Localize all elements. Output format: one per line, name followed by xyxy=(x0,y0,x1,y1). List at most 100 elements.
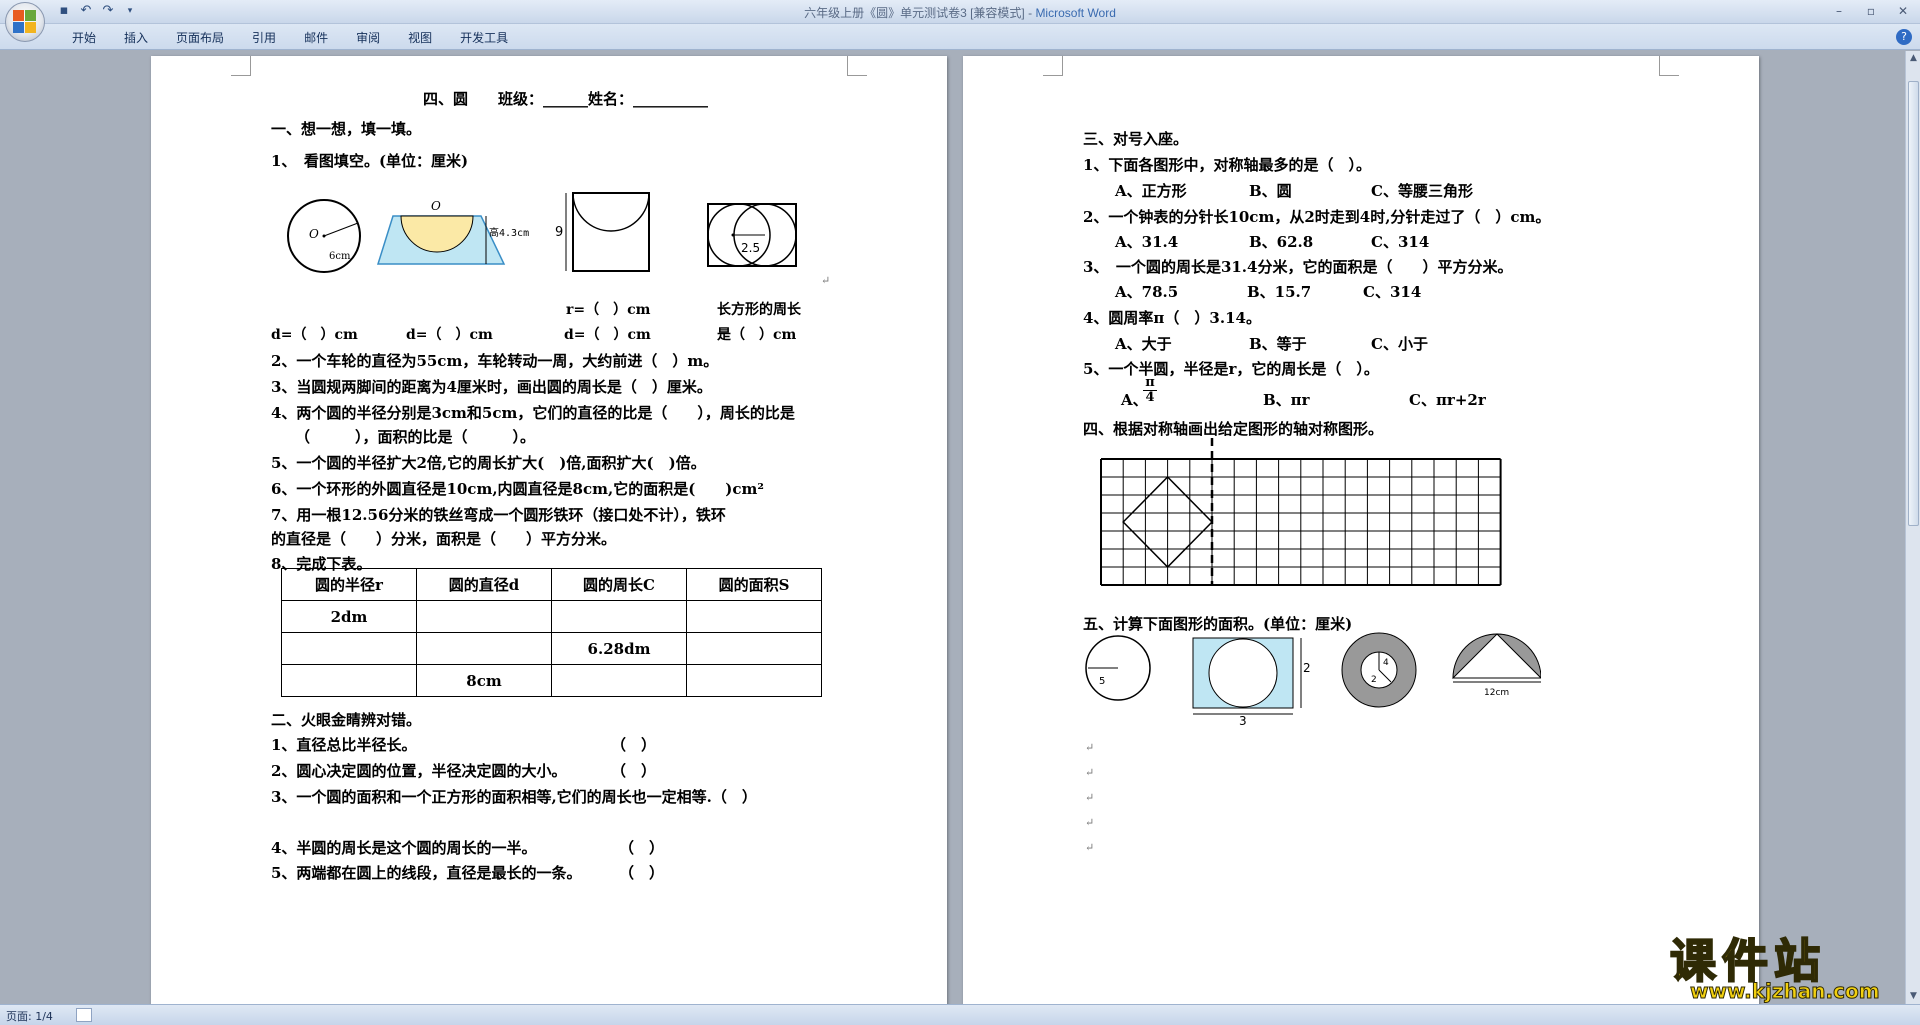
fill-in-table: 圆的半径r 圆的直径d 圆的周长C 圆的面积S 2dm 6.28dm 8cm xyxy=(281,568,822,697)
choice-1-opt-b[interactable]: B、圆 xyxy=(1249,180,1292,201)
section-3-title: 三、对号入座。 xyxy=(1083,130,1189,148)
minimize-icon[interactable]: – xyxy=(1828,2,1850,20)
choice-3-opt-b[interactable]: B、15.7 xyxy=(1247,281,1311,302)
table-cell[interactable] xyxy=(686,600,822,633)
question-1-7a: 7、用一根12.56分米的铁丝弯成一个圆形铁环（接口处不计），铁环 xyxy=(271,506,726,524)
area-figures: 5 2 3 4 2 12cm xyxy=(1085,632,1541,728)
window-title: 六年级上册《圆》单元测试卷3 [兼容模式] - Microsoft Word xyxy=(0,4,1920,21)
table-cell[interactable] xyxy=(281,632,417,665)
choice-3-opt-a[interactable]: A、78.5 xyxy=(1115,281,1178,302)
close-icon[interactable]: ✕ xyxy=(1892,2,1914,20)
choice-4-opt-a[interactable]: A、大于 xyxy=(1115,333,1172,354)
table-header-cell: 圆的直径d xyxy=(416,568,552,601)
paragraph-mark: ↵ xyxy=(1085,816,1095,829)
tab-references[interactable]: 引用 xyxy=(238,29,290,46)
judge-2-paren: （ ） xyxy=(611,762,657,780)
rect-two-circles-figure xyxy=(707,203,797,267)
rect-perimeter-line2: 是（ ）cm xyxy=(717,327,797,343)
choice-3-opt-c[interactable]: C、314 xyxy=(1363,281,1421,302)
judge-1: 1、直径总比半径长。 xyxy=(271,736,417,754)
question-1-2: 2、一个车轮的直径为55cm，车轮转动一周，大约前进（ ）m。 xyxy=(271,352,719,370)
table-cell[interactable] xyxy=(416,600,552,633)
tab-home[interactable]: 开始 xyxy=(58,29,110,46)
symmetry-grid xyxy=(1100,438,1502,586)
judge-1-paren: （ ） xyxy=(611,736,657,754)
paragraph-mark: ↵ xyxy=(1085,741,1095,754)
table-row: 8cm xyxy=(281,664,822,697)
title-bar: ▪ ↶ ↷ ▾ 六年级上册《圆》单元测试卷3 [兼容模式] - Microsof… xyxy=(0,0,1920,24)
tab-review[interactable]: 审阅 xyxy=(342,29,394,46)
question-1-5: 5、一个圆的半径扩大2倍,它的周长扩大( )倍,面积扩大( )倍。 xyxy=(271,454,706,472)
document-area[interactable]: 四、圆 班级：______姓名：__________ 一、想一想，填一填。 1、… xyxy=(0,51,1905,1004)
choice-3: 3、 一个圆的周长是31.4分米，它的面积是（ ）平方分米。 xyxy=(1083,258,1513,276)
table-cell[interactable] xyxy=(416,632,552,665)
table-cell[interactable]: 2dm xyxy=(281,600,417,633)
table-cell[interactable] xyxy=(281,664,417,697)
q1-figures: O 6cm O 高4.3cm 9 2.5 xyxy=(287,192,797,273)
ribbon-tabs: 开始 插入 页面布局 引用 邮件 审阅 视图 开发工具 xyxy=(58,29,522,46)
choice-2-opt-a[interactable]: A、31.4 xyxy=(1115,231,1178,252)
rect-perimeter-line1: 长方形的周长 xyxy=(717,302,801,318)
area-circle-figure xyxy=(1085,635,1151,701)
fig-label-6cm: 6cm xyxy=(329,251,351,262)
table-row: 6.28dm xyxy=(281,632,822,665)
r-answer-line: r=（ ）cm xyxy=(566,302,651,318)
d-answer-2: d=（ ）cm xyxy=(406,327,493,343)
judge-2: 2、圆心决定圆的位置，半径决定圆的大小。 xyxy=(271,762,567,780)
table-cell[interactable] xyxy=(551,664,687,697)
choice-5-opt-c[interactable]: C、πr+2r xyxy=(1409,389,1486,410)
page-count-status[interactable]: 页面: 1/4 xyxy=(6,1008,53,1024)
paragraph-mark: ↵ xyxy=(1085,841,1095,854)
table-cell[interactable] xyxy=(686,632,822,665)
d-answer-1: d=（ ）cm xyxy=(271,327,358,343)
table-cell[interactable]: 6.28dm xyxy=(551,632,687,665)
tab-insert[interactable]: 插入 xyxy=(110,29,162,46)
table-cell[interactable] xyxy=(686,664,822,697)
tab-view[interactable]: 视图 xyxy=(394,29,446,46)
fig-label-o2: O xyxy=(431,199,441,213)
choice-4: 4、圆周率π（ ）3.14。 xyxy=(1083,309,1261,327)
choice-5-opt-b[interactable]: B、πr xyxy=(1263,389,1310,410)
area-label-3: 3 xyxy=(1239,714,1247,728)
scroll-down-icon[interactable]: ▼ xyxy=(1906,989,1920,1004)
table-cell[interactable] xyxy=(551,600,687,633)
table-header-cell: 圆的半径r xyxy=(281,568,417,601)
crop-mark xyxy=(847,56,867,76)
window-controls: – ▫ ✕ xyxy=(1828,2,1914,20)
office-button[interactable] xyxy=(5,2,45,42)
area-label-2b: 2 xyxy=(1371,675,1377,685)
judge-4: 4、半圆的周长是这个圆的周长的一半。 xyxy=(271,839,537,857)
square-semicircle-figure xyxy=(565,192,650,272)
judge-5-paren: （ ） xyxy=(619,864,665,882)
vertical-scrollbar[interactable]: ▲ ▼ xyxy=(1905,51,1920,1004)
choice-1-opt-a[interactable]: A、正方形 xyxy=(1115,180,1187,201)
area-label-2: 2 xyxy=(1303,661,1311,675)
tab-mailings[interactable]: 邮件 xyxy=(290,29,342,46)
choice-2: 2、一个钟表的分针长10cm，从2时走到4时,分针走过了（ ）cm。 xyxy=(1083,208,1551,226)
tab-page-layout[interactable]: 页面布局 xyxy=(162,29,238,46)
choice-4-opt-b[interactable]: B、等于 xyxy=(1249,333,1307,354)
table-header-row: 圆的半径r 圆的直径d 圆的周长C 圆的面积S xyxy=(281,568,822,601)
maximize-icon[interactable]: ▫ xyxy=(1860,2,1882,20)
paragraph-mark: ↵ xyxy=(821,274,831,287)
table-cell[interactable]: 8cm xyxy=(416,664,552,697)
tab-developer[interactable]: 开发工具 xyxy=(446,29,522,46)
choice-1-opt-c[interactable]: C、等腰三角形 xyxy=(1371,180,1473,201)
choice-2-opt-b[interactable]: B、62.8 xyxy=(1249,231,1313,252)
choice-4-opt-c[interactable]: C、小于 xyxy=(1371,333,1428,354)
fig-label-height: 高4.3cm xyxy=(489,226,529,239)
office-logo-icon xyxy=(13,10,37,34)
choice-2-opt-c[interactable]: C、314 xyxy=(1371,231,1429,252)
scroll-up-icon[interactable]: ▲ xyxy=(1906,51,1920,66)
question-1-3: 3、当圆规两脚间的距离为4厘米时，画出圆的周长是（ ）厘米。 xyxy=(271,378,712,396)
pi-over-4-fraction: π 4 xyxy=(1143,376,1157,405)
area-semicircle-figure xyxy=(1451,633,1541,683)
scrollbar-thumb[interactable] xyxy=(1908,81,1919,526)
help-icon[interactable]: ? xyxy=(1896,29,1912,45)
d-answer-3: d=（ ）cm xyxy=(564,327,651,343)
question-1-4b: （ ），面积的比是（ ）。 xyxy=(295,428,536,446)
status-bar: 页面: 1/4 xyxy=(0,1004,1920,1025)
fig-label-2-5: 2.5 xyxy=(741,241,760,255)
fig-label-9: 9 xyxy=(555,225,563,240)
macro-record-icon[interactable] xyxy=(76,1008,92,1022)
